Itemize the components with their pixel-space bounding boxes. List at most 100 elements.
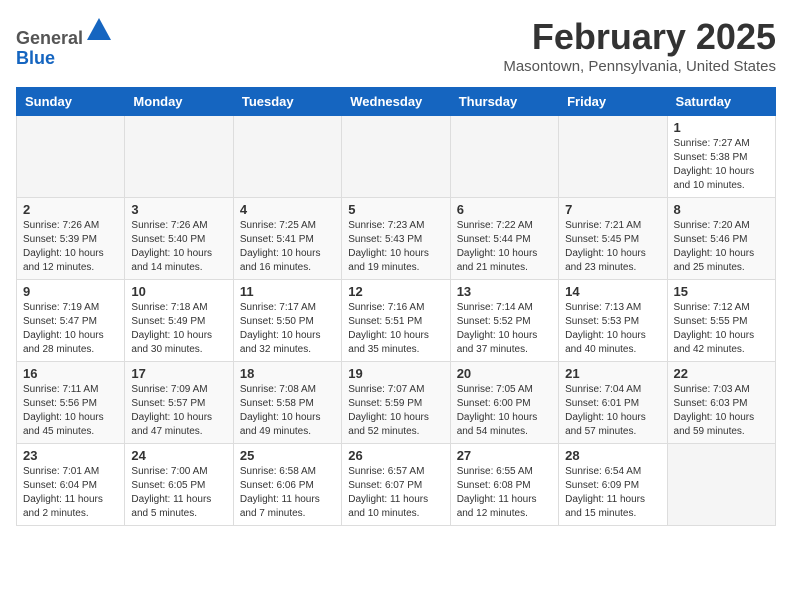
calendar-header-saturday: Saturday [667, 88, 775, 116]
calendar-week-2: 2 Sunrise: 7:26 AM Sunset: 5:39 PM Daylig… [17, 198, 776, 280]
day-number: 13 [457, 284, 552, 299]
day-info: Sunrise: 7:13 AM Sunset: 5:53 PM Dayligh… [565, 301, 660, 357]
calendar-cell: 1Sunrise: 7:27 AM Sunset: 5:38 PM Daylig… [667, 116, 775, 198]
day-info: Sunrise: 7:00 AM Sunset: 6:05 PM Dayligh… [131, 465, 226, 521]
calendar-cell: 14 Sunrise: 7:13 AM Sunset: 5:53 PM Dayli… [559, 280, 667, 362]
day-number: 5 [348, 202, 443, 217]
day-number: 25 [240, 448, 335, 463]
calendar-cell: 6 Sunrise: 7:22 AM Sunset: 5:44 PM Daylig… [450, 198, 558, 280]
day-info: Sunrise: 7:26 AM Sunset: 5:40 PM Dayligh… [131, 219, 226, 275]
day-number: 20 [457, 366, 552, 381]
calendar-cell: 27 Sunrise: 6:55 AM Sunset: 6:08 PM Dayli… [450, 444, 558, 526]
day-info: Sunrise: 7:07 AM Sunset: 5:59 PM Dayligh… [348, 383, 443, 439]
calendar-cell: 22Sunrise: 7:03 AM Sunset: 6:03 PM Dayli… [667, 362, 775, 444]
logo-blue-text: Blue [16, 48, 55, 68]
logo: General Blue [16, 16, 113, 69]
day-number: 1 [674, 120, 769, 135]
day-number: 3 [131, 202, 226, 217]
day-number: 9 [23, 284, 118, 299]
day-number: 8 [674, 202, 769, 217]
day-info: Sunrise: 7:19 AM Sunset: 5:47 PM Dayligh… [23, 301, 118, 357]
day-info: Sunrise: 7:22 AM Sunset: 5:44 PM Dayligh… [457, 219, 552, 275]
day-number: 11 [240, 284, 335, 299]
calendar-header-row: SundayMondayTuesdayWednesdayThursdayFrid… [17, 88, 776, 116]
logo-icon [85, 16, 113, 44]
day-info: Sunrise: 7:14 AM Sunset: 5:52 PM Dayligh… [457, 301, 552, 357]
calendar-cell: 21 Sunrise: 7:04 AM Sunset: 6:01 PM Dayli… [559, 362, 667, 444]
day-number: 18 [240, 366, 335, 381]
day-number: 28 [565, 448, 660, 463]
day-info: Sunrise: 6:58 AM Sunset: 6:06 PM Dayligh… [240, 465, 335, 521]
calendar-cell [233, 116, 341, 198]
day-info: Sunrise: 6:55 AM Sunset: 6:08 PM Dayligh… [457, 465, 552, 521]
day-info: Sunrise: 7:21 AM Sunset: 5:45 PM Dayligh… [565, 219, 660, 275]
day-info: Sunrise: 7:25 AM Sunset: 5:41 PM Dayligh… [240, 219, 335, 275]
calendar-cell [667, 444, 775, 526]
calendar-cell: 7 Sunrise: 7:21 AM Sunset: 5:45 PM Daylig… [559, 198, 667, 280]
day-info: Sunrise: 7:08 AM Sunset: 5:58 PM Dayligh… [240, 383, 335, 439]
day-info: Sunrise: 7:05 AM Sunset: 6:00 PM Dayligh… [457, 383, 552, 439]
day-number: 16 [23, 366, 118, 381]
calendar-cell: 11 Sunrise: 7:17 AM Sunset: 5:50 PM Dayli… [233, 280, 341, 362]
calendar-cell: 26Sunrise: 6:57 AM Sunset: 6:07 PM Dayli… [342, 444, 450, 526]
day-info: Sunrise: 7:11 AM Sunset: 5:56 PM Dayligh… [23, 383, 118, 439]
day-info: Sunrise: 7:01 AM Sunset: 6:04 PM Dayligh… [23, 465, 118, 521]
calendar-cell: 8 Sunrise: 7:20 AM Sunset: 5:46 PM Daylig… [667, 198, 775, 280]
calendar-cell: 28 Sunrise: 6:54 AM Sunset: 6:09 PM Dayli… [559, 444, 667, 526]
calendar-table: SundayMondayTuesdayWednesdayThursdayFrid… [16, 87, 776, 526]
calendar-cell: 10Sunrise: 7:18 AM Sunset: 5:49 PM Dayli… [125, 280, 233, 362]
day-number: 23 [23, 448, 118, 463]
calendar-cell: 4 Sunrise: 7:25 AM Sunset: 5:41 PM Daylig… [233, 198, 341, 280]
calendar-header-monday: Monday [125, 88, 233, 116]
calendar-cell: 20 Sunrise: 7:05 AM Sunset: 6:00 PM Dayli… [450, 362, 558, 444]
calendar-header-friday: Friday [559, 88, 667, 116]
calendar-cell: 9 Sunrise: 7:19 AM Sunset: 5:47 PM Daylig… [17, 280, 125, 362]
calendar-cell: 24Sunrise: 7:00 AM Sunset: 6:05 PM Dayli… [125, 444, 233, 526]
calendar-week-3: 9 Sunrise: 7:19 AM Sunset: 5:47 PM Daylig… [17, 280, 776, 362]
calendar-week-5: 23 Sunrise: 7:01 AM Sunset: 6:04 PM Dayli… [17, 444, 776, 526]
calendar-cell: 19 Sunrise: 7:07 AM Sunset: 5:59 PM Dayli… [342, 362, 450, 444]
calendar-cell: 17 Sunrise: 7:09 AM Sunset: 5:57 PM Dayli… [125, 362, 233, 444]
day-info: Sunrise: 6:54 AM Sunset: 6:09 PM Dayligh… [565, 465, 660, 521]
calendar-cell: 16 Sunrise: 7:11 AM Sunset: 5:56 PM Dayli… [17, 362, 125, 444]
calendar-header-thursday: Thursday [450, 88, 558, 116]
calendar-header-tuesday: Tuesday [233, 88, 341, 116]
day-info: Sunrise: 7:23 AM Sunset: 5:43 PM Dayligh… [348, 219, 443, 275]
day-info: Sunrise: 7:12 AM Sunset: 5:55 PM Dayligh… [674, 301, 769, 357]
calendar-cell: 3 Sunrise: 7:26 AM Sunset: 5:40 PM Daylig… [125, 198, 233, 280]
day-number: 7 [565, 202, 660, 217]
day-number: 26 [348, 448, 443, 463]
calendar-cell: 18 Sunrise: 7:08 AM Sunset: 5:58 PM Dayli… [233, 362, 341, 444]
day-number: 2 [23, 202, 118, 217]
day-number: 14 [565, 284, 660, 299]
page-header: General Blue February 2025 Masontown, Pe… [16, 16, 776, 75]
day-number: 6 [457, 202, 552, 217]
day-number: 22 [674, 366, 769, 381]
day-info: Sunrise: 7:20 AM Sunset: 5:46 PM Dayligh… [674, 219, 769, 275]
day-info: Sunrise: 7:04 AM Sunset: 6:01 PM Dayligh… [565, 383, 660, 439]
day-info: Sunrise: 7:16 AM Sunset: 5:51 PM Dayligh… [348, 301, 443, 357]
calendar-cell: 15Sunrise: 7:12 AM Sunset: 5:55 PM Dayli… [667, 280, 775, 362]
day-number: 27 [457, 448, 552, 463]
calendar-week-4: 16 Sunrise: 7:11 AM Sunset: 5:56 PM Dayli… [17, 362, 776, 444]
day-info: Sunrise: 7:26 AM Sunset: 5:39 PM Dayligh… [23, 219, 118, 275]
day-number: 12 [348, 284, 443, 299]
calendar-header-wednesday: Wednesday [342, 88, 450, 116]
calendar-header-sunday: Sunday [17, 88, 125, 116]
day-info: Sunrise: 7:17 AM Sunset: 5:50 PM Dayligh… [240, 301, 335, 357]
title-block: February 2025 Masontown, Pennsylvania, U… [503, 16, 776, 75]
calendar-cell: 2 Sunrise: 7:26 AM Sunset: 5:39 PM Daylig… [17, 198, 125, 280]
day-number: 19 [348, 366, 443, 381]
month-title: February 2025 [503, 16, 776, 58]
day-number: 4 [240, 202, 335, 217]
day-info: Sunrise: 7:09 AM Sunset: 5:57 PM Dayligh… [131, 383, 226, 439]
calendar-cell [342, 116, 450, 198]
day-number: 17 [131, 366, 226, 381]
day-number: 21 [565, 366, 660, 381]
location: Masontown, Pennsylvania, United States [503, 58, 776, 75]
calendar-cell [17, 116, 125, 198]
calendar-cell [559, 116, 667, 198]
calendar-cell: 13 Sunrise: 7:14 AM Sunset: 5:52 PM Dayli… [450, 280, 558, 362]
calendar-cell: 23 Sunrise: 7:01 AM Sunset: 6:04 PM Dayli… [17, 444, 125, 526]
logo-general-text: General [16, 28, 83, 48]
